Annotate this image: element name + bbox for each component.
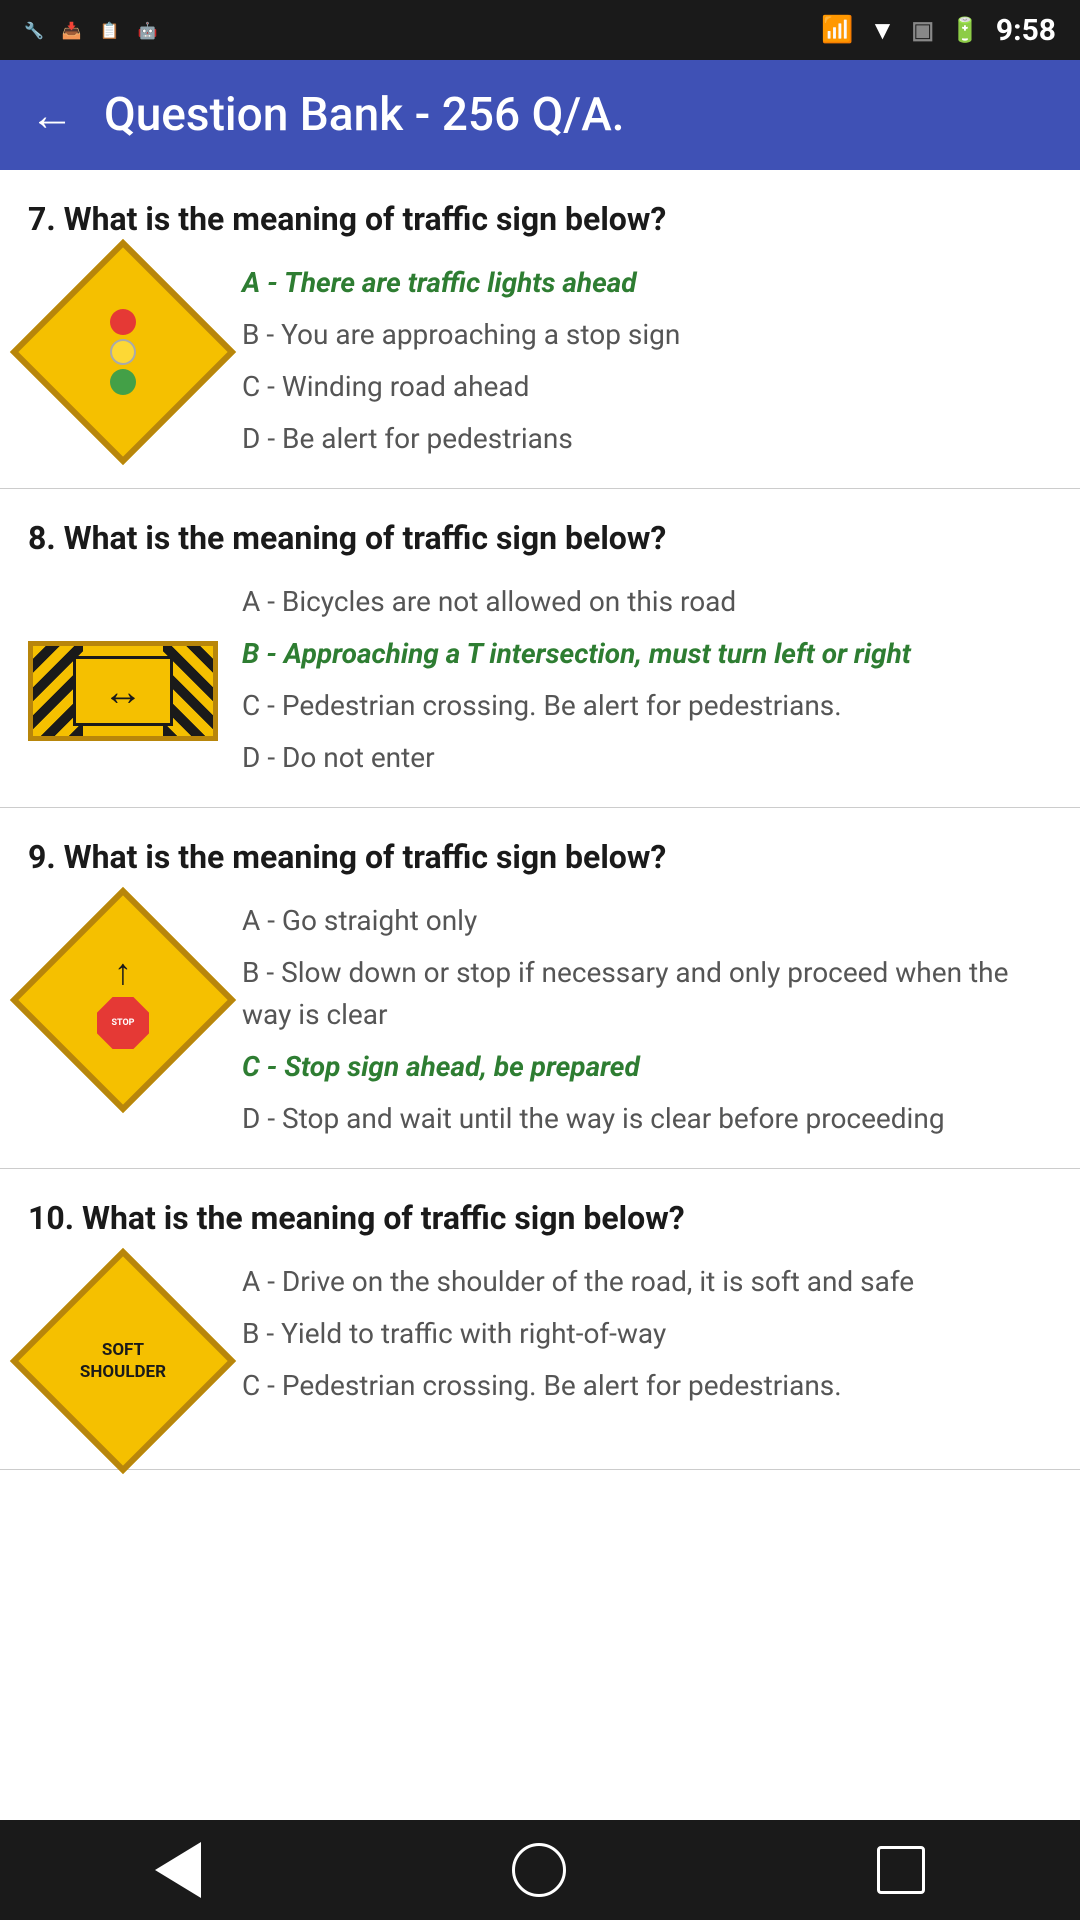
q7-sign: [28, 262, 218, 432]
q7-answer-c: C - Winding road ahead: [242, 366, 1052, 408]
soft-shoulder-sign: SOFTSHOULDER: [10, 1248, 236, 1474]
q7-answer-a: A - There are traffic lights ahead: [242, 262, 1052, 304]
back-button[interactable]: ←: [30, 89, 74, 141]
q7-answer-b: B - You are approaching a stop sign: [242, 314, 1052, 356]
top-bar: ← Question Bank - 256 Q/A.: [0, 60, 1080, 170]
android-icon: 🤖: [138, 21, 158, 40]
q7-text: 7. What is the meaning of traffic sign b…: [28, 200, 1052, 238]
q10-answer-a: A - Drive on the shoulder of the road, i…: [242, 1261, 1052, 1303]
page-title: Question Bank - 256 Q/A.: [104, 88, 625, 142]
wifi-icon: ▼: [870, 15, 896, 46]
question-10: 10. What is the meaning of traffic sign …: [0, 1169, 1080, 1470]
q10-text: 10. What is the meaning of traffic sign …: [28, 1199, 1052, 1237]
home-nav-button[interactable]: [512, 1843, 566, 1897]
q7-answer-d: D - Be alert for pedestrians: [242, 418, 1052, 460]
q8-text: 8. What is the meaning of traffic sign b…: [28, 519, 1052, 557]
q10-answer-c: C - Pedestrian crossing. Be alert for pe…: [242, 1365, 1052, 1407]
stop-ahead-sign: ↑ STOP: [10, 887, 236, 1113]
clipboard-icon: 📋: [100, 21, 120, 40]
status-bar: 🔧 📥 📋 🤖 📶 ▼ ▣ 🔋 9:58: [0, 0, 1080, 60]
q9-answer-b: B - Slow down or stop if necessary and o…: [242, 952, 1052, 1036]
q10-answers: A - Drive on the shoulder of the road, i…: [242, 1261, 1052, 1407]
nav-bar: [0, 1820, 1080, 1920]
q9-answer-c: C - Stop sign ahead, be prepared: [242, 1046, 1052, 1088]
q9-answer-a: A - Go straight only: [242, 900, 1052, 942]
q9-answer-d: D - Stop and wait until the way is clear…: [242, 1098, 1052, 1140]
wrench-icon: 🔧: [24, 21, 44, 40]
recents-nav-button[interactable]: [877, 1846, 925, 1894]
q9-text: 9. What is the meaning of traffic sign b…: [28, 838, 1052, 876]
q10-answer-b: B - Yield to traffic with right-of-way: [242, 1313, 1052, 1355]
q8-answer-d: D - Do not enter: [242, 737, 1052, 779]
q10-sign: SOFTSHOULDER: [28, 1261, 218, 1441]
traffic-light-sign: [10, 239, 236, 465]
q9-sign: ↑ STOP: [28, 900, 218, 1080]
q8-answer-c: C - Pedestrian crossing. Be alert for pe…: [242, 685, 1052, 727]
content-area: 7. What is the meaning of traffic sign b…: [0, 170, 1080, 1820]
bluetooth-icon: 📶: [821, 15, 853, 45]
back-nav-button[interactable]: [155, 1842, 201, 1898]
t-intersection-sign: ↔: [28, 641, 218, 741]
time-display: 9:58: [996, 13, 1056, 48]
question-8: 8. What is the meaning of traffic sign b…: [0, 489, 1080, 808]
q9-answers: A - Go straight only B - Slow down or st…: [242, 900, 1052, 1140]
q8-answers: A - Bicycles are not allowed on this roa…: [242, 581, 1052, 779]
download-icon: 📥: [62, 21, 82, 40]
q8-answer-a: A - Bicycles are not allowed on this roa…: [242, 581, 1052, 623]
question-7: 7. What is the meaning of traffic sign b…: [0, 170, 1080, 489]
q8-sign: ↔: [28, 581, 218, 741]
question-9: 9. What is the meaning of traffic sign b…: [0, 808, 1080, 1169]
sim-icon: ▣: [911, 16, 934, 44]
q7-answers: A - There are traffic lights ahead B - Y…: [242, 262, 1052, 460]
q8-answer-b: B - Approaching a T intersection, must t…: [242, 633, 1052, 675]
status-icons-left: 🔧 📥 📋 🤖: [24, 21, 158, 40]
battery-icon: 🔋: [950, 16, 980, 44]
status-icons-right: 📶 ▼ ▣ 🔋 9:58: [821, 13, 1056, 48]
